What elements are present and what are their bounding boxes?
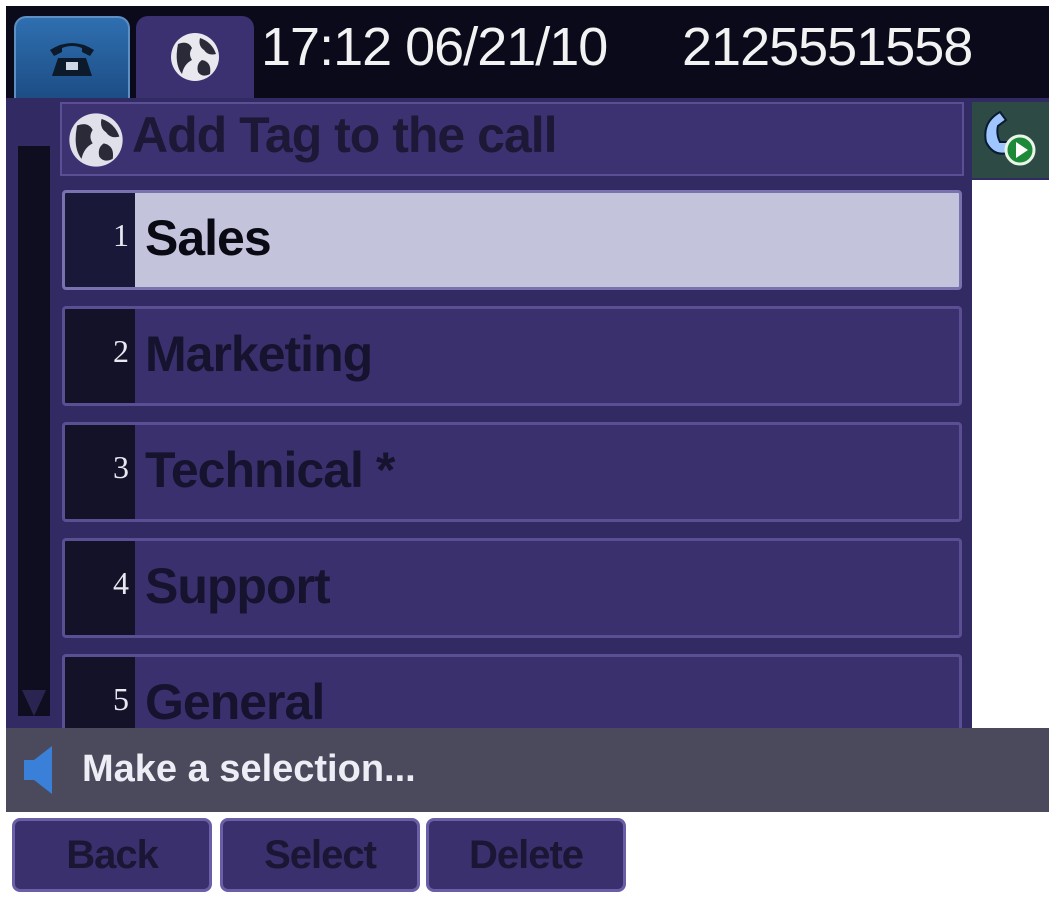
globe-icon [171,33,219,81]
menu-item-sales[interactable]: 1 Sales [62,190,962,290]
delete-button[interactable]: Delete [426,818,626,892]
side-panel [972,180,1049,728]
status-bar: 17:12 06/21/10 2125551558 [6,6,1049,100]
page-title-bar: Add Tag to the call [60,102,964,176]
item-label: General [145,674,325,730]
item-label: Sales [145,210,272,266]
item-number: 2 [113,333,129,369]
speaker-icon [24,746,52,794]
back-button[interactable]: Back [12,818,212,892]
menu-item-marketing[interactable]: 2 Marketing [62,306,962,406]
page-title: Add Tag to the call [132,107,558,163]
tab-web-services[interactable] [136,16,254,98]
softkey-bar: Back Select Delete [6,812,1049,908]
item-number: 5 [113,681,129,717]
prompt-text: Make a selection... [82,748,416,790]
item-label: Support [145,558,331,614]
prompt-bar: Make a selection... [6,728,1049,812]
phone-call-icon [984,110,1036,166]
menu-panel: Add Tag to the call 1 Sales 2 Marketing … [6,98,1049,754]
scroll-down-arrow-icon[interactable] [22,690,46,716]
item-number: 4 [113,565,129,601]
item-number: 1 [113,217,129,253]
status-datetime: 17:12 06/21/10 [261,17,608,77]
item-label: Marketing [145,326,373,382]
call-indicator [972,102,1049,178]
item-number: 3 [113,449,129,485]
desk-phone-icon [50,43,94,76]
globe-icon [69,113,123,167]
item-label: Technical * [145,442,395,498]
menu-item-support[interactable]: 4 Support [62,538,962,638]
select-button[interactable]: Select [220,818,420,892]
scrollbar[interactable] [18,146,50,716]
tab-phone-line[interactable] [14,16,130,100]
menu-item-technical[interactable]: 3 Technical * [62,422,962,522]
status-phone-number: 2125551558 [682,17,973,77]
phone-screen: 17:12 06/21/10 2125551558 Add Tag to the… [6,6,1049,908]
